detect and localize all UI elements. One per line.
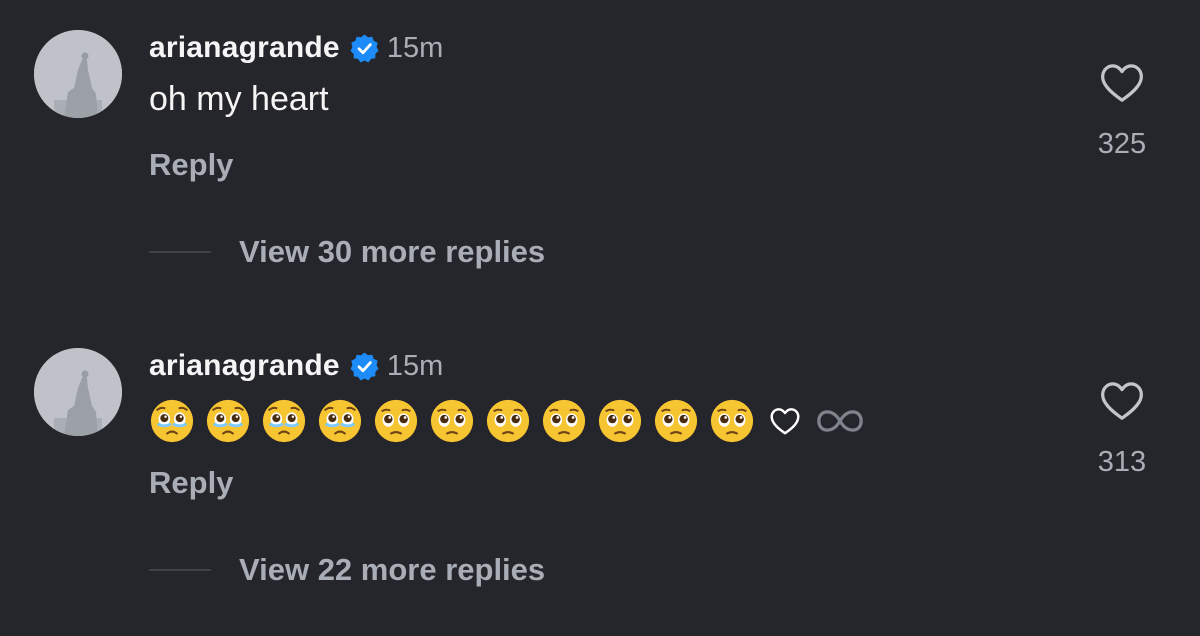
like-control: 325	[1085, 62, 1159, 161]
view-more-replies-button[interactable]: View 22 more replies	[149, 550, 545, 590]
like-count: 325	[1097, 128, 1147, 160]
avatar[interactable]	[34, 30, 122, 118]
pleading-face-icon	[542, 399, 586, 443]
infinity-icon	[817, 410, 863, 432]
verified-badge-icon	[350, 34, 379, 62]
reply-button[interactable]: Reply	[149, 465, 233, 501]
comment: arianagrande 15m oh my heart Reply View …	[0, 0, 1200, 318]
like-count: 313	[1097, 446, 1147, 478]
timestamp: 15m	[386, 349, 444, 382]
thread-line	[149, 569, 211, 571]
reply-button[interactable]: Reply	[149, 147, 233, 183]
comment-text: oh my heart	[149, 80, 329, 118]
heart-outline-icon[interactable]	[1099, 62, 1145, 104]
avatar-image	[34, 348, 122, 436]
face-holding-back-tears-icon	[206, 399, 250, 443]
avatar-image	[34, 30, 122, 118]
pleading-face-icon	[598, 399, 642, 443]
thread-line	[149, 251, 211, 253]
verified-badge-icon	[350, 352, 379, 380]
view-more-replies-label: View 30 more replies	[239, 234, 546, 269]
white-heart-icon	[770, 408, 800, 435]
comment-emoji-text	[149, 396, 865, 446]
like-control: 313	[1085, 380, 1159, 479]
pleading-face-icon	[486, 399, 530, 443]
avatar[interactable]	[34, 348, 122, 436]
comment-header: arianagrande 15m	[149, 28, 443, 68]
timestamp: 15m	[386, 31, 444, 64]
username[interactable]: arianagrande	[149, 349, 340, 383]
face-holding-back-tears-icon	[262, 399, 306, 443]
view-more-replies-button[interactable]: View 30 more replies	[149, 232, 545, 272]
face-holding-back-tears-icon	[150, 399, 194, 443]
view-more-replies-label: View 22 more replies	[239, 552, 546, 587]
comment: arianagrande 15m Reply View 22 more repl…	[0, 318, 1200, 636]
face-holding-back-tears-icon	[318, 399, 362, 443]
comment-header: arianagrande 15m	[149, 346, 443, 386]
pleading-face-icon	[710, 399, 754, 443]
pleading-face-icon	[374, 399, 418, 443]
pleading-face-icon	[430, 399, 474, 443]
pleading-face-icon	[654, 399, 698, 443]
heart-outline-icon[interactable]	[1099, 380, 1145, 422]
username[interactable]: arianagrande	[149, 31, 340, 65]
